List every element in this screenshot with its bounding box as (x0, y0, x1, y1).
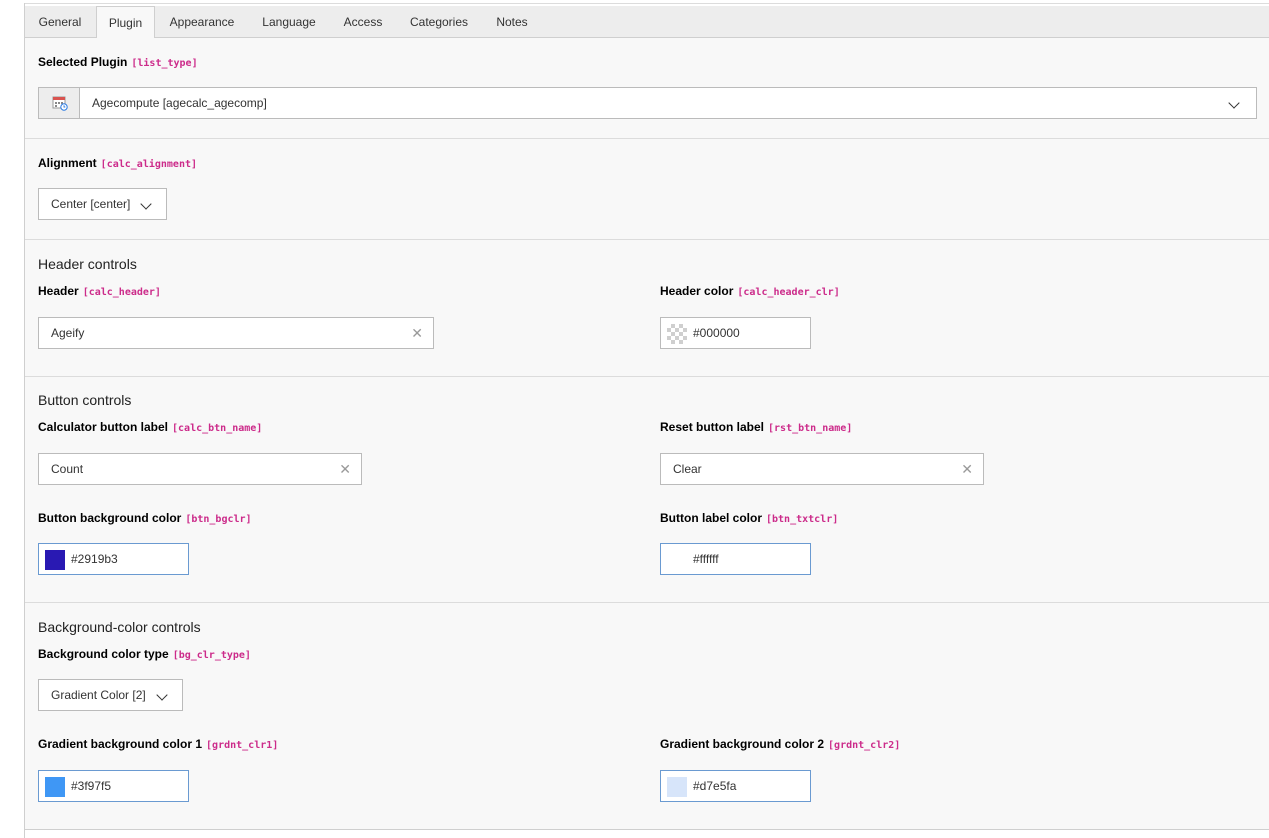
tab-general[interactable]: General (25, 6, 95, 38)
section-divider (25, 376, 1269, 377)
button-label-color-label: Button label color [btn_txtclr] (660, 511, 839, 525)
calc-button-value: Count (51, 462, 84, 476)
header-controls-heading: Header controls (38, 256, 137, 272)
gradient-color-2-input[interactable]: #d7e5fa (660, 770, 811, 802)
chevron-down-icon (1228, 97, 1240, 109)
tab-notes[interactable]: Notes (482, 6, 542, 38)
alignment-label: Alignment [calc_alignment] (38, 156, 197, 170)
chevron-down-icon (140, 198, 152, 210)
bg-controls-heading: Background-color controls (38, 619, 201, 635)
color-swatch[interactable] (45, 550, 65, 570)
color-swatch[interactable] (45, 777, 65, 797)
button-bg-color-value: #2919b3 (71, 552, 118, 566)
plugin-icon-box (38, 87, 80, 119)
clear-icon[interactable]: ✕ (339, 454, 351, 484)
gradient-color-1-label: Gradient background color 1 [grdnt_clr1] (38, 737, 279, 751)
header-input[interactable]: Ageify ✕ (38, 317, 434, 349)
header-color-value: #000000 (693, 326, 740, 340)
header-input-value: Ageify (51, 326, 85, 340)
button-bg-color-input[interactable]: #2919b3 (38, 543, 189, 575)
gradient-color-2-label: Gradient background color 2 [grdnt_clr2] (660, 737, 901, 751)
reset-button-label: Reset button label [rst_btn_name] (660, 420, 853, 434)
alignment-select-value: Center [center] (51, 197, 131, 211)
tab-plugin[interactable]: Plugin (96, 6, 155, 39)
chevron-down-icon (156, 689, 168, 701)
color-swatch[interactable] (667, 777, 687, 797)
gradient-color-1-input[interactable]: #3f97f5 (38, 770, 189, 802)
plugin-panel (25, 38, 1269, 830)
bg-color-type-value: Gradient Color [2] (51, 688, 146, 702)
selected-plugin-label: Selected Plugin [list_type] (38, 55, 198, 69)
calc-button-label: Calculator button label [calc_btn_name] (38, 420, 263, 434)
bottom-border (25, 829, 1269, 830)
tab-access[interactable]: Access (330, 6, 396, 38)
clear-icon[interactable]: ✕ (961, 454, 973, 484)
tab-appearance[interactable]: Appearance (156, 6, 248, 38)
header-color-input[interactable]: #000000 (660, 317, 811, 349)
reset-button-value: Clear (673, 462, 702, 476)
tab-categories[interactable]: Categories (397, 6, 481, 38)
header-color-label: Header color [calc_header_clr] (660, 284, 840, 298)
button-label-color-value: #ffffff (693, 552, 719, 566)
button-controls-heading: Button controls (38, 392, 132, 408)
calendar-plugin-icon (52, 96, 68, 111)
color-swatch[interactable] (667, 324, 687, 344)
button-bg-color-label: Button background color [btn_bgclr] (38, 511, 252, 525)
clear-icon[interactable]: ✕ (411, 318, 423, 348)
header-label: Header [calc_header] (38, 284, 161, 298)
gradient-color-1-value: #3f97f5 (71, 779, 112, 793)
tab-bar: General Plugin Appearance Language Acces… (25, 6, 1269, 39)
calc-button-input[interactable]: Count ✕ (38, 453, 362, 485)
plugin-select-value: Agecompute [agecalc_agecomp] (92, 96, 267, 110)
section-divider (25, 239, 1269, 240)
reset-button-input[interactable]: Clear ✕ (660, 453, 984, 485)
tab-language[interactable]: Language (249, 6, 329, 38)
color-swatch[interactable] (667, 550, 687, 570)
top-border (24, 3, 1269, 4)
section-divider (25, 602, 1269, 603)
bg-color-type-select[interactable]: Gradient Color [2] (38, 679, 183, 711)
gradient-color-2-value: #d7e5fa (693, 779, 737, 793)
alignment-select[interactable]: Center [center] (38, 188, 167, 220)
button-label-color-input[interactable]: #ffffff (660, 543, 811, 575)
plugin-select[interactable]: Agecompute [agecalc_agecomp] (79, 87, 1257, 119)
section-divider (25, 138, 1269, 139)
bg-color-type-label: Background color type [bg_clr_type] (38, 647, 251, 661)
